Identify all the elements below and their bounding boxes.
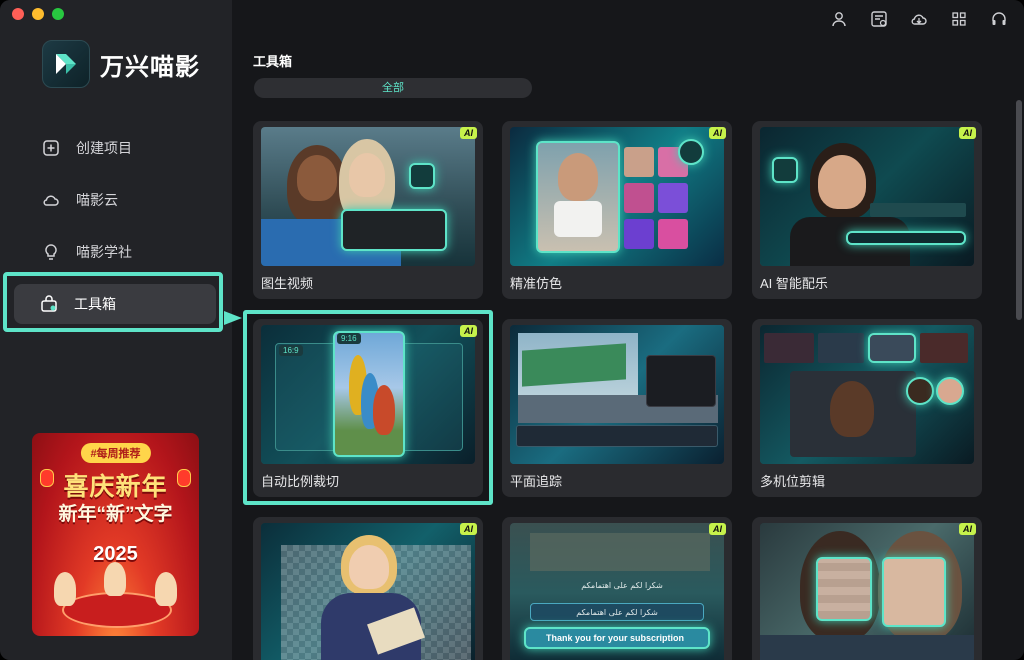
ai-badge: AI	[709, 127, 726, 139]
ai-badge: AI	[959, 523, 976, 535]
lightbulb-icon	[45, 244, 57, 260]
tool-thumbnail	[760, 325, 974, 464]
child-figure	[155, 572, 177, 606]
promo-tag: #每周推荐	[80, 443, 151, 463]
promo-title: 喜庆新年	[63, 473, 168, 501]
tool-thumbnail	[510, 325, 724, 464]
sidebar-item-label: 喵影云	[76, 192, 118, 208]
tool-label: 图生视频	[261, 276, 314, 291]
tool-card-planar-tracking[interactable]: 平面追踪	[502, 319, 732, 497]
window-controls	[12, 8, 64, 20]
sidebar-item-academy[interactable]: 喵影学社	[0, 226, 232, 278]
tool-label: 平面追踪	[510, 474, 563, 489]
grid-apps-icon[interactable]	[948, 8, 970, 30]
tool-label: 多机位剪辑	[760, 474, 826, 489]
ai-badge: AI	[460, 127, 477, 139]
ai-badge: AI	[709, 523, 726, 535]
filter-all-tab[interactable]: 全部	[254, 78, 532, 98]
caption-arabic-faded: شكرا لكم على اهتمامكم	[581, 581, 663, 590]
tool-card-face-mosaic[interactable]: AI	[752, 517, 982, 660]
sidebar-item-cloud[interactable]: 喵影云	[0, 174, 232, 226]
weekly-promo-banner[interactable]: #每周推荐 喜庆新年 新年“新”文字 2025	[32, 433, 199, 636]
sidebar-item-create-project[interactable]: 创建项目	[0, 122, 232, 174]
page-title: 工具箱	[253, 54, 293, 69]
caption-arabic: شكرا لكم على اهتمامكم	[530, 603, 704, 621]
app-window: 万兴喵影 创建项目 喵影云 喵影学社 工具箱 #每周推荐 喜庆新年 新年“新”文…	[0, 0, 1024, 660]
app-name: 万兴喵影	[100, 53, 200, 81]
tool-card-subtitle-translation[interactable]: شكرا لكم على اهتمامكم شكرا لكم على اهتما…	[502, 517, 732, 660]
tool-thumbnail	[261, 127, 475, 266]
ai-badge: AI	[959, 127, 976, 139]
sidebar-nav: 创建项目 喵影云 喵影学社 工具箱	[0, 122, 232, 324]
cloud-download-icon[interactable]	[908, 8, 930, 30]
app-logo-icon	[42, 40, 90, 88]
close-window-button[interactable]	[12, 8, 24, 20]
sidebar-item-label: 创建项目	[76, 140, 132, 156]
tool-thumbnail: شكرا لكم على اهتمامكم شكرا لكم على اهتما…	[510, 523, 724, 660]
tool-card-image-to-video[interactable]: AI 图生视频	[253, 121, 483, 299]
tool-thumbnail	[760, 523, 974, 660]
tool-label: AI 智能配乐	[760, 276, 828, 291]
brand: 万兴喵影	[42, 40, 200, 88]
tool-card-multicam[interactable]: 多机位剪辑	[752, 319, 982, 497]
plus-square-icon	[43, 140, 59, 156]
cloud-icon	[43, 195, 59, 206]
ai-badge: AI	[460, 523, 477, 535]
highlight-frame	[3, 272, 223, 332]
pointer-arrow-icon	[224, 311, 242, 325]
task-list-icon[interactable]	[868, 8, 890, 30]
minimize-window-button[interactable]	[32, 8, 44, 20]
sidebar: 万兴喵影 创建项目 喵影云 喵影学社 工具箱 #每周推荐 喜庆新年 新年“新”文…	[0, 0, 232, 660]
highlight-frame	[243, 310, 493, 505]
tool-thumbnail	[760, 127, 974, 266]
child-figure	[104, 562, 126, 596]
caption-english: Thank you for your subscription	[524, 627, 710, 649]
zoom-window-button[interactable]	[52, 8, 64, 20]
top-toolbar	[828, 8, 1010, 30]
promo-subtitle: 新年“新”文字	[58, 504, 173, 525]
tool-card-color-match[interactable]: AI 精准仿色	[502, 121, 732, 299]
user-icon[interactable]	[828, 8, 850, 30]
tool-card-ai-music[interactable]: AI AI 智能配乐	[752, 121, 982, 299]
sidebar-item-label: 喵影学社	[76, 244, 132, 260]
tool-thumbnail	[261, 523, 475, 660]
tool-label: 精准仿色	[510, 276, 563, 291]
tool-card-background-removal[interactable]: AI	[253, 517, 483, 660]
main-scrollbar[interactable]	[1016, 100, 1022, 320]
tool-thumbnail	[510, 127, 724, 266]
child-figure	[54, 572, 76, 606]
headset-icon[interactable]	[988, 8, 1010, 30]
